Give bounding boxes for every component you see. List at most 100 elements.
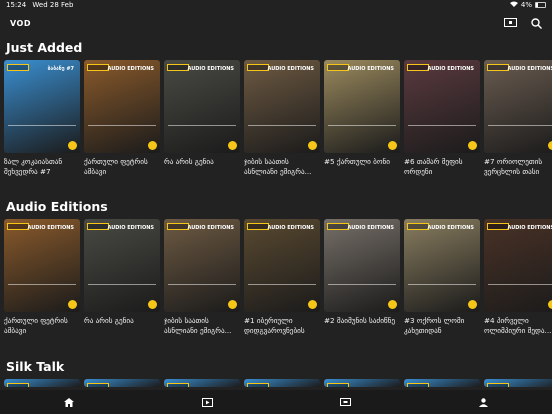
tab-home[interactable] [19, 397, 119, 407]
card-thumbnail [4, 379, 80, 387]
content-card[interactable] [244, 379, 320, 387]
content-card[interactable]: AUDIO EDITIONS #3 ოქროს ლომი კახეთიდან [404, 219, 480, 336]
content-card[interactable]: AUDIO EDITIONS რა არის გენია [84, 219, 160, 336]
thumb-caption: AUDIO EDITIONS [107, 66, 154, 72]
section-title-audio-editions: Audio Editions [6, 199, 108, 214]
card-thumbnail: AUDIO EDITIONS [484, 60, 552, 153]
card-thumbnail: AUDIO EDITIONS [84, 219, 160, 312]
thumb-caption: AUDIO EDITIONS [267, 66, 314, 72]
audio-badge-icon [68, 141, 77, 150]
tab-profile[interactable] [433, 397, 533, 407]
audio-badge-icon [468, 300, 477, 309]
content-card[interactable] [324, 379, 400, 387]
audio-badge-icon [148, 300, 157, 309]
thumb-caption: AUDIO EDITIONS [187, 225, 234, 231]
card-thumbnail: ბაბანუ #7 [4, 60, 80, 153]
card-title: რა არის გენია [84, 316, 134, 325]
app-header: VOD [0, 12, 552, 34]
content-card[interactable]: AUDIO EDITIONS #1 იბერიული დიდგვაროვნების… [244, 219, 320, 336]
profile-icon [478, 397, 488, 407]
natgeo-logo [487, 383, 509, 387]
natgeo-logo [327, 383, 349, 387]
content-card[interactable]: AUDIO EDITIONS ქართული ფეტრის ამბავი [4, 219, 80, 336]
card-title: #1 იბერიული დიდგვაროვნების ქა... [244, 316, 305, 335]
content-card[interactable] [484, 379, 552, 387]
natgeo-logo [327, 64, 349, 71]
tv-icon [339, 397, 351, 406]
natgeo-logo [7, 383, 29, 387]
content-card[interactable] [404, 379, 480, 387]
thumb-divider [248, 284, 316, 294]
audio-badge-icon [388, 141, 397, 150]
card-thumbnail: AUDIO EDITIONS [484, 219, 552, 312]
tab-video[interactable] [157, 397, 257, 407]
card-title: ჯიბის საათის ასნლიანი ემიგრა... [244, 157, 312, 176]
card-thumbnail: AUDIO EDITIONS [84, 60, 160, 153]
card-title: #4 პირველი ოლიმპიური მედა... [484, 316, 552, 335]
thumb-caption: AUDIO EDITIONS [107, 225, 154, 231]
thumb-caption: ბაბანუ #7 [47, 66, 74, 72]
content-card[interactable]: ბაბანუ #7 ზალ კოკაიასთან შეხვედრა #7 [4, 60, 80, 177]
tab-bar [0, 390, 552, 414]
card-thumbnail [404, 379, 480, 387]
content-card[interactable]: AUDIO EDITIONS ქართული ფეტრის ამბავი [84, 60, 160, 177]
natgeo-logo [87, 223, 109, 230]
natgeo-logo [7, 64, 29, 71]
natgeo-logo [167, 64, 189, 71]
thumb-divider [168, 125, 236, 135]
card-title: ზალ კოკაიასთან შეხვედრა #7 [4, 157, 63, 176]
battery-icon [535, 2, 546, 8]
natgeo-logo [167, 383, 189, 387]
thumb-divider [328, 125, 396, 135]
thumb-divider [88, 125, 156, 135]
section-title-just-added: Just Added [6, 40, 83, 55]
natgeo-logo [247, 223, 269, 230]
natgeo-logo [487, 223, 509, 230]
tab-tv[interactable] [295, 397, 395, 407]
thumb-caption: AUDIO EDITIONS [427, 66, 474, 72]
content-card[interactable]: AUDIO EDITIONS #2 მაიმუნის საძიწნე [324, 219, 400, 336]
status-date: Wed 28 Feb [32, 1, 74, 9]
thumb-divider [168, 284, 236, 294]
audio-badge-icon [468, 141, 477, 150]
card-title: ქართული ფეტრის ამბავი [4, 316, 68, 335]
video-icon [201, 397, 213, 407]
content-card[interactable]: AUDIO EDITIONS #6 თამარ მეფის ორდენი [404, 60, 480, 177]
app-title: VOD [10, 18, 31, 28]
content-card[interactable] [84, 379, 160, 387]
content-card[interactable]: AUDIO EDITIONS ჯიბის საათის ასნლიანი ემიგ… [244, 60, 320, 177]
natgeo-logo [407, 383, 429, 387]
content-card[interactable]: AUDIO EDITIONS ჯიბის საათის ასნლიანი ემიგ… [164, 219, 240, 336]
thumb-caption: AUDIO EDITIONS [427, 225, 474, 231]
content-card[interactable] [164, 379, 240, 387]
content-card[interactable]: AUDIO EDITIONS რა არის გენია [164, 60, 240, 177]
content-card[interactable]: AUDIO EDITIONS #5 ქართული ბონი [324, 60, 400, 177]
natgeo-logo [327, 223, 349, 230]
thumb-caption: AUDIO EDITIONS [27, 225, 74, 231]
card-title: ჯიბის საათის ასნლიანი ემიგრა... [164, 316, 232, 335]
card-title: #5 ქართული ბონი [324, 157, 390, 166]
content-card[interactable] [4, 379, 80, 387]
cast-icon[interactable] [504, 17, 517, 29]
content-card[interactable]: AUDIO EDITIONS #4 პირველი ოლიმპიური მედა.… [484, 219, 552, 336]
card-title: #7 ორიოლეთის ვერცხლის თასი [484, 157, 543, 176]
card-title: ქართული ფეტრის ამბავი [84, 157, 148, 176]
status-bar: 15:24 Wed 28 Feb 4% [0, 0, 552, 10]
thumb-divider [488, 125, 552, 135]
card-thumbnail [164, 379, 240, 387]
silk-talk-row [4, 379, 552, 387]
search-icon[interactable] [531, 17, 542, 29]
content-card[interactable]: AUDIO EDITIONS #7 ორიოლეთის ვერცხლის თასი [484, 60, 552, 177]
audio-badge-icon [228, 300, 237, 309]
audio-badge-icon [228, 141, 237, 150]
status-time: 15:24 [6, 1, 27, 9]
card-title: #6 თამარ მეფის ორდენი [404, 157, 463, 176]
wifi-icon [509, 1, 518, 9]
natgeo-logo [87, 383, 109, 387]
card-title: რა არის გენია [164, 157, 214, 166]
battery-percent: 4% [520, 1, 532, 9]
audio-badge-icon [388, 300, 397, 309]
card-thumbnail [324, 379, 400, 387]
card-thumbnail [244, 379, 320, 387]
card-thumbnail: AUDIO EDITIONS [244, 219, 320, 312]
